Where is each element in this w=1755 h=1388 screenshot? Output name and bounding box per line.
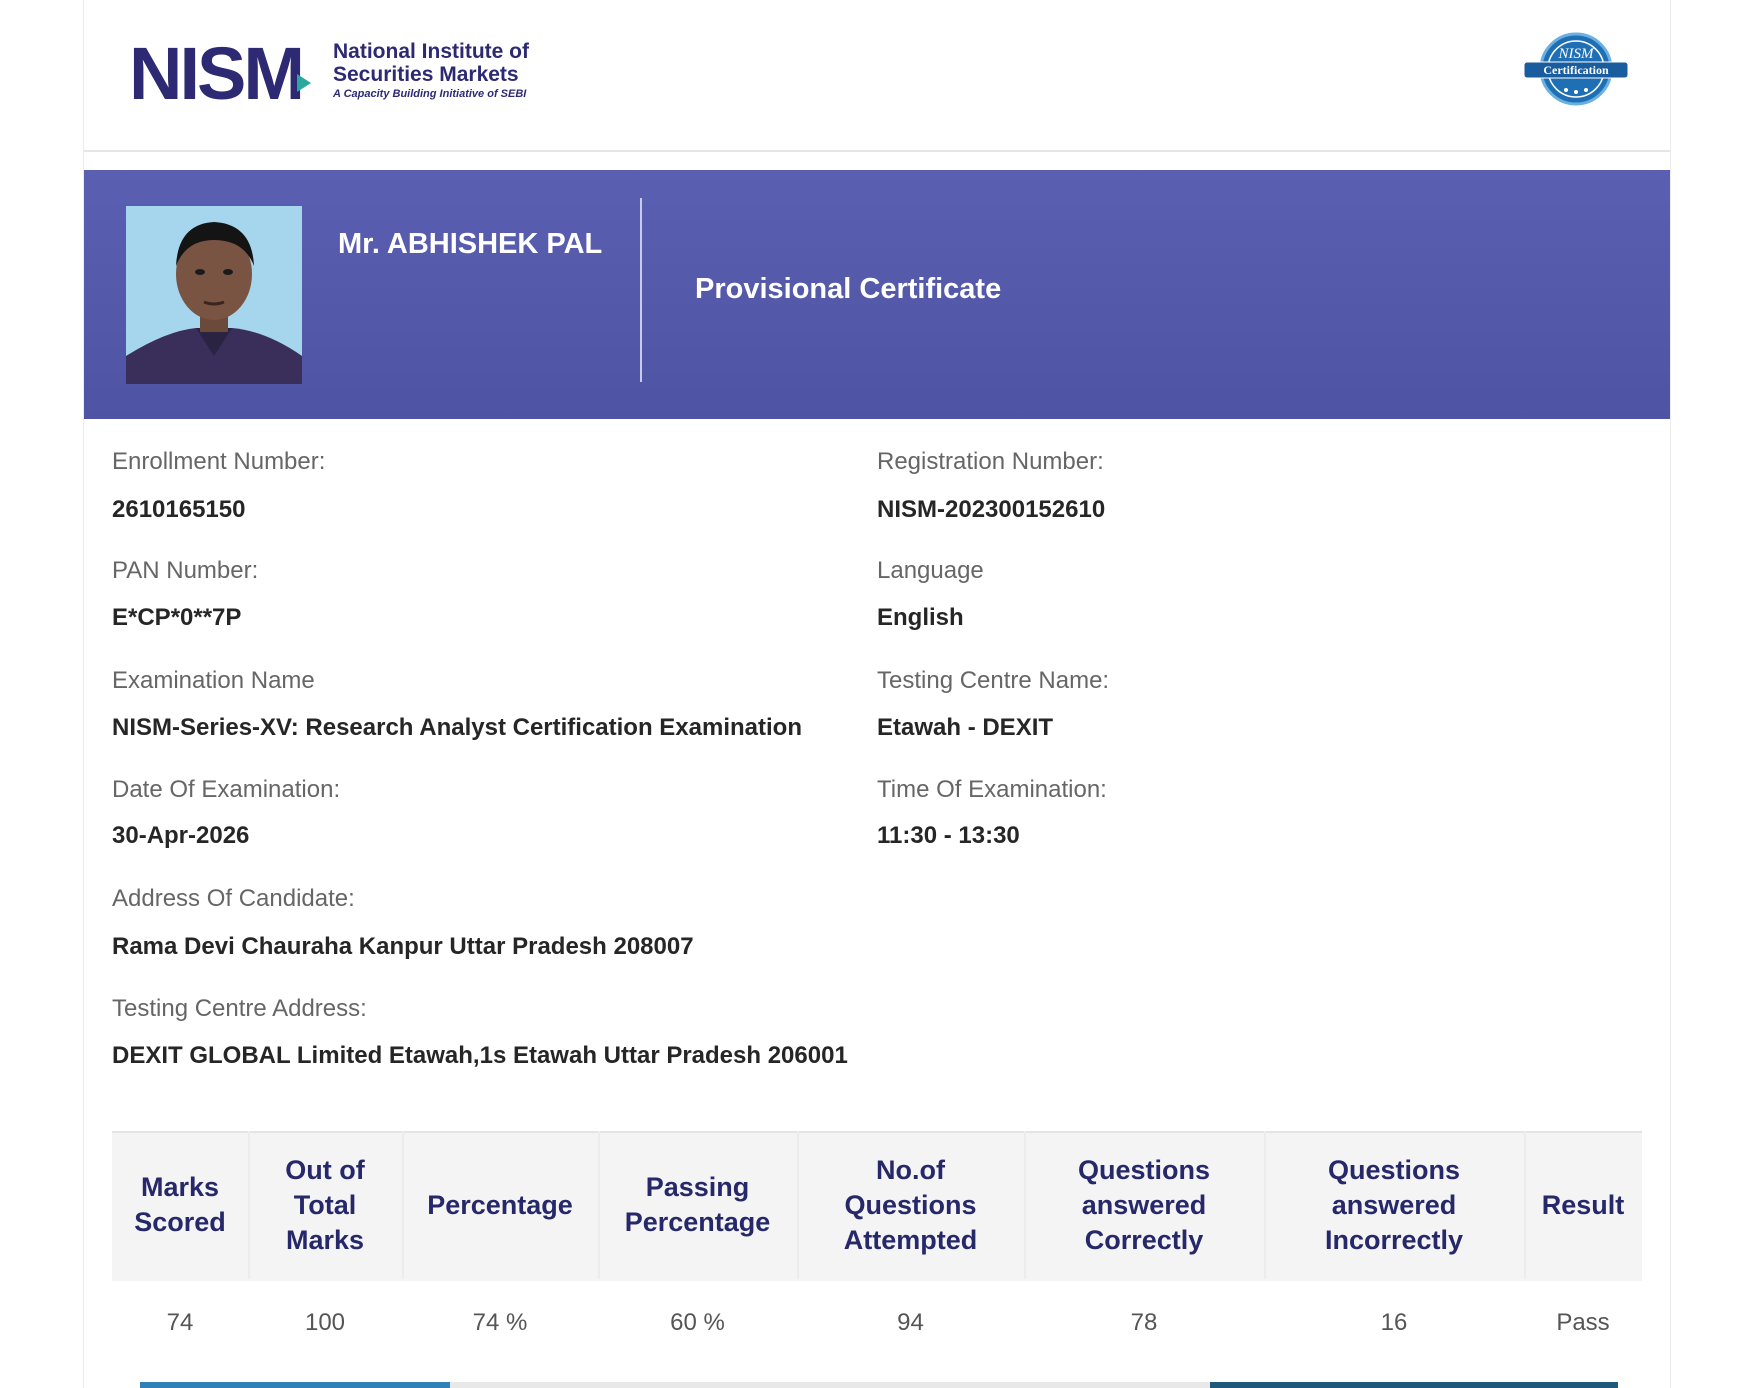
- header-answered-correctly: Questions answered Correctly: [1024, 1131, 1264, 1279]
- header-line: Percentage: [427, 1189, 573, 1220]
- address-value: Rama Devi Chauraha Kanpur Uttar Pradesh …: [112, 933, 694, 960]
- logo-arrow-icon: [297, 74, 311, 92]
- pan-value: E*CP*0**7P: [112, 604, 242, 631]
- header-line: Percentage: [624, 1207, 771, 1237]
- header-line: Incorrectly: [1324, 1224, 1464, 1255]
- candidate-photo: [126, 206, 302, 384]
- certificate-title: Provisional Certificate: [695, 273, 1002, 305]
- header-line: Total: [293, 1189, 357, 1220]
- header-line: Questions: [1327, 1154, 1461, 1185]
- header-marks-scored: Marks Scored: [112, 1131, 248, 1279]
- certification-seal-icon: NISM Certification: [1523, 32, 1629, 106]
- header-line: Correctly: [1084, 1224, 1204, 1255]
- header-line: Marks: [285, 1224, 365, 1255]
- language-value: English: [877, 604, 964, 631]
- header-line: Marks: [140, 1172, 220, 1202]
- value-marks-scored: 74: [166, 1309, 194, 1336]
- header-line: Passing: [645, 1172, 750, 1202]
- centre-address-label: Testing Centre Address:: [112, 995, 367, 1022]
- footer-bar-middle: [450, 1382, 1210, 1388]
- address-label: Address Of Candidate:: [112, 885, 355, 912]
- value-total-marks: 100: [304, 1309, 346, 1336]
- header-line: Questions: [844, 1189, 977, 1220]
- pan-label: PAN Number:: [112, 557, 259, 584]
- centre-address-value: DEXIT GLOBAL Limited Etawah,1s Etawah Ut…: [112, 1042, 848, 1069]
- candidate-banner: Mr. ABHISHEK PAL Provisional Certificate: [84, 170, 1670, 419]
- logo-text: National Institute of Securities Markets…: [333, 40, 529, 102]
- language-label: Language: [877, 557, 984, 584]
- header-line: Scored: [134, 1207, 226, 1237]
- value-passing-percentage: 60 %: [670, 1309, 725, 1336]
- header-questions-attempted: No.of Questions Attempted: [797, 1131, 1024, 1279]
- value-answered-correctly: 78: [1130, 1309, 1158, 1336]
- header-passing-percentage: Passing Percentage: [598, 1131, 797, 1279]
- centre-name-value: Etawah - DEXIT: [877, 714, 1054, 741]
- centre-name-label: Testing Centre Name:: [877, 667, 1110, 694]
- exam-time-label: Time Of Examination:: [877, 776, 1107, 803]
- header-line: Result: [1541, 1189, 1625, 1220]
- logo-line-1: National Institute of: [333, 40, 529, 63]
- seal-text-bottom: Certification: [1543, 63, 1609, 77]
- header-answered-incorrectly: Questions answered Incorrectly: [1264, 1131, 1524, 1279]
- nism-logo: NISM National Institute of Securities Ma…: [129, 34, 559, 114]
- value-result: Pass: [1556, 1309, 1610, 1336]
- exam-date-label: Date Of Examination:: [112, 776, 341, 803]
- header-line: Out of: [285, 1154, 365, 1185]
- enrollment-value: 2610165150: [112, 496, 246, 523]
- seal-text-top: NISM: [1558, 46, 1596, 62]
- header-line: Questions: [1077, 1154, 1211, 1185]
- header-line: answered: [1331, 1189, 1457, 1220]
- results-table: Marks Scored Out of Total Marks Percentage …: [112, 1131, 1642, 1388]
- page-header: NISM National Institute of Securities Ma…: [84, 0, 1670, 152]
- header-line: Attempted: [843, 1224, 978, 1255]
- header-line: answered: [1081, 1189, 1207, 1220]
- footer-bar-right: [1210, 1382, 1618, 1388]
- header-total-marks: Out of Total Marks: [248, 1131, 402, 1279]
- logo-line-3: A Capacity Building Initiative of SEBI: [333, 88, 527, 100]
- exam-name-value: NISM-Series-XV: Research Analyst Certifi…: [112, 714, 802, 741]
- header-result: Result: [1524, 1131, 1642, 1279]
- banner-divider: [640, 198, 642, 382]
- certificate-page: NISM National Institute of Securities Ma…: [83, 0, 1671, 1388]
- value-questions-attempted: 94: [897, 1309, 924, 1336]
- exam-name-label: Examination Name: [112, 667, 315, 694]
- enrollment-label: Enrollment Number:: [112, 448, 326, 475]
- candidate-photo-image: [126, 206, 302, 384]
- value-percentage: 74 %: [472, 1309, 528, 1336]
- exam-time-value: 11:30 - 13:30: [877, 822, 1020, 849]
- value-answered-incorrectly: 16: [1380, 1309, 1408, 1336]
- candidate-name: Mr. ABHISHEK PAL: [338, 228, 603, 260]
- registration-value: NISM-202300152610: [877, 496, 1106, 523]
- exam-date-value: 30-Apr-2026: [112, 822, 250, 849]
- header-percentage: Percentage: [402, 1131, 598, 1279]
- header-line: No.of: [876, 1154, 945, 1185]
- footer-bar-left: [140, 1382, 450, 1388]
- registration-label: Registration Number:: [877, 448, 1104, 475]
- logo-line-2: Securities Markets: [333, 63, 519, 86]
- logo-mark: NISM: [129, 32, 305, 115]
